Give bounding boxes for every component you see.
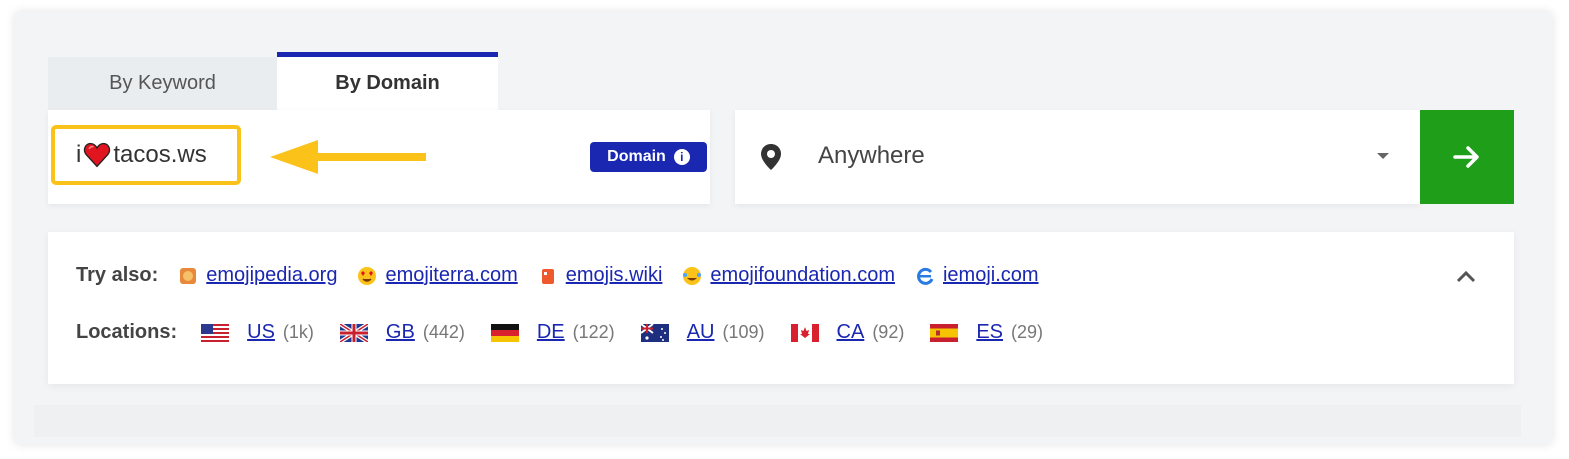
try-also-row: Try also: emojipedia.org emojiterra.com … bbox=[76, 264, 1059, 287]
location-item-ca[interactable]: CA (92) bbox=[790, 321, 905, 344]
try-also-label: Try also: bbox=[76, 264, 159, 286]
emojipedia-icon bbox=[180, 267, 197, 284]
try-also-link[interactable]: iemoji.com bbox=[943, 264, 1039, 287]
location-item-au[interactable]: AU (109) bbox=[640, 321, 765, 344]
info-icon: i bbox=[673, 149, 690, 165]
location-value: Anywhere bbox=[818, 142, 925, 169]
location-count: (29) bbox=[1011, 322, 1044, 342]
location-link[interactable]: DE bbox=[537, 321, 565, 344]
location-count: (122) bbox=[572, 322, 615, 342]
query-suffix: tacos.ws bbox=[113, 141, 207, 168]
domain-badge[interactable]: Domain i bbox=[590, 142, 707, 172]
location-count: (1k) bbox=[282, 322, 314, 342]
heart-emoji-icon bbox=[84, 142, 111, 168]
try-also-link[interactable]: emojifoundation.com bbox=[710, 264, 895, 287]
location-link[interactable]: ES bbox=[976, 321, 1003, 344]
ca-flag-icon bbox=[790, 323, 819, 342]
location-link[interactable]: GB bbox=[386, 321, 415, 344]
try-also-link[interactable]: emojipedia.org bbox=[206, 264, 337, 287]
suggestions-panel bbox=[48, 232, 1514, 384]
location-link[interactable]: AU bbox=[687, 321, 715, 344]
iemoji-icon bbox=[917, 267, 934, 285]
locations-row: Locations: US (1k) GB (442) DE (122) AU … bbox=[76, 321, 1069, 344]
try-also-item[interactable]: emojifoundation.com bbox=[682, 264, 895, 287]
locations-label: Locations: bbox=[76, 321, 178, 343]
location-count: (442) bbox=[422, 322, 465, 342]
us-flag-icon bbox=[201, 323, 230, 342]
chevron-up-icon[interactable] bbox=[1455, 268, 1477, 284]
location-count: (109) bbox=[722, 322, 765, 342]
bottom-strip bbox=[34, 405, 1521, 437]
try-also-item[interactable]: iemoji.com bbox=[915, 264, 1039, 287]
location-item-de[interactable]: DE (122) bbox=[490, 321, 615, 344]
heart-eyes-emoji-icon bbox=[358, 266, 377, 285]
de-flag-icon bbox=[490, 323, 519, 342]
location-item-es[interactable]: ES (29) bbox=[930, 321, 1043, 344]
query-prefix: i bbox=[76, 141, 82, 168]
chevron-down-icon bbox=[1377, 153, 1389, 159]
try-also-item[interactable]: emojiterra.com bbox=[357, 264, 518, 287]
location-link[interactable]: US bbox=[247, 321, 275, 344]
tab-by-keyword[interactable]: By Keyword bbox=[48, 57, 277, 110]
emojis-wiki-icon bbox=[541, 268, 554, 284]
try-also-link[interactable]: emojiterra.com bbox=[385, 264, 517, 287]
tab-by-domain[interactable]: By Domain bbox=[277, 52, 498, 110]
try-also-item[interactable]: emojipedia.org bbox=[178, 264, 337, 287]
es-flag-icon bbox=[930, 323, 959, 342]
arrow-right-icon bbox=[1453, 146, 1479, 168]
location-item-us[interactable]: US (1k) bbox=[201, 321, 314, 344]
try-also-item[interactable]: emojis.wiki bbox=[538, 264, 663, 287]
tears-of-joy-emoji-icon bbox=[683, 266, 702, 285]
pointer-arrow-icon bbox=[270, 140, 426, 174]
search-query: i tacos.ws bbox=[76, 141, 207, 169]
location-item-gb[interactable]: GB (442) bbox=[339, 321, 465, 344]
try-also-link[interactable]: emojis.wiki bbox=[566, 264, 663, 287]
gb-flag-icon bbox=[339, 323, 368, 342]
submit-search-button[interactable] bbox=[1420, 110, 1514, 204]
au-flag-icon bbox=[640, 323, 669, 342]
location-count: (92) bbox=[872, 322, 905, 342]
location-link[interactable]: CA bbox=[837, 321, 865, 344]
domain-badge-label: Domain bbox=[607, 148, 666, 165]
location-pin-icon bbox=[761, 144, 781, 170]
